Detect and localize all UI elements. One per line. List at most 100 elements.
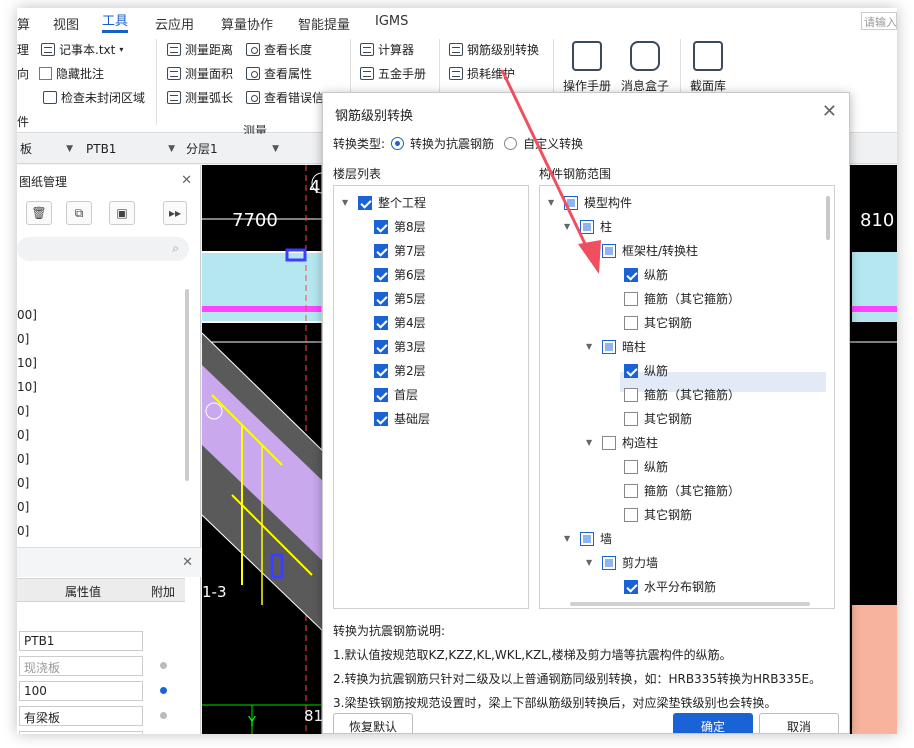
tab-igms[interactable]: IGMS bbox=[375, 14, 408, 29]
leaf-checkbox[interactable] bbox=[624, 579, 638, 594]
leaf-checkbox[interactable] bbox=[624, 483, 638, 498]
prop-category-input[interactable]: 有梁板 bbox=[19, 706, 143, 726]
tree-node-shear-wall[interactable]: ▼ 剪力墙 bbox=[586, 554, 658, 571]
floor-checkbox[interactable] bbox=[374, 363, 388, 378]
leaf-checkbox[interactable] bbox=[624, 411, 638, 426]
ribbon-col1-b[interactable]: 向 bbox=[17, 65, 29, 82]
caret-down-icon[interactable]: ▼ bbox=[548, 198, 558, 207]
radio-custom-label[interactable]: 自定义转换 bbox=[523, 135, 583, 152]
list-item[interactable]: 10] bbox=[17, 375, 37, 399]
copy-button[interactable]: ⧉ bbox=[66, 201, 92, 225]
list-item[interactable]: 0] bbox=[17, 399, 37, 423]
leaf-checkbox[interactable] bbox=[624, 291, 638, 306]
floor-item[interactable]: 首层 bbox=[374, 386, 418, 403]
list-item[interactable]: 0] bbox=[17, 495, 37, 519]
tab-view[interactable]: 视图 bbox=[53, 14, 79, 33]
delete-button[interactable]: 🗑 bbox=[26, 201, 52, 225]
floor-checkbox[interactable] bbox=[374, 267, 388, 282]
tree-node-struct-column[interactable]: ▼ 构造柱 bbox=[586, 434, 658, 451]
tree-scrollbar[interactable] bbox=[826, 196, 830, 240]
view-length-button[interactable]: 查看长度 bbox=[246, 41, 312, 58]
ok-button[interactable]: 确定 bbox=[673, 713, 753, 733]
measure-arc-button[interactable]: 测量弧长 bbox=[167, 89, 233, 106]
caret-down-icon[interactable]: ▼ bbox=[586, 558, 596, 567]
close-icon[interactable]: ✕ bbox=[822, 101, 837, 122]
tree-leaf[interactable]: 其它钢筋 bbox=[624, 410, 692, 427]
caret-down-icon[interactable]: ▼ bbox=[564, 534, 574, 543]
leaf-checkbox[interactable] bbox=[624, 267, 638, 282]
hardware-manual-button[interactable]: 五金手册 bbox=[360, 65, 426, 82]
cancel-button[interactable]: 取消 bbox=[759, 713, 839, 733]
view-errors-button[interactable]: 查看错误信 bbox=[246, 89, 324, 106]
prop-flag-input[interactable]: 否 bbox=[19, 731, 143, 734]
checkbox-hidden-column[interactable] bbox=[602, 339, 616, 354]
floor-checkbox[interactable] bbox=[374, 315, 388, 330]
tree-root-project[interactable]: ▼ 整个工程 bbox=[342, 194, 426, 211]
close-icon[interactable]: ✕ bbox=[181, 173, 192, 188]
floor-item[interactable]: 第3层 bbox=[374, 338, 426, 355]
tree-leaf[interactable]: 纵筋 bbox=[624, 266, 668, 283]
floor-item[interactable]: 第5层 bbox=[374, 290, 426, 307]
tree-leaf[interactable]: 水平分布钢筋 bbox=[624, 578, 716, 595]
list-item[interactable]: 0] bbox=[17, 423, 37, 447]
checkbox-model[interactable] bbox=[564, 195, 578, 210]
view-props-button[interactable]: 查看属性 bbox=[246, 65, 312, 82]
lock-button[interactable]: ▣ bbox=[109, 201, 135, 225]
section-lib-button[interactable]: 截面库 bbox=[690, 41, 726, 94]
tree-leaf[interactable]: 纵筋 bbox=[624, 362, 668, 379]
leaf-checkbox[interactable] bbox=[624, 387, 638, 402]
tree-root-model[interactable]: ▼ 模型构件 bbox=[548, 194, 632, 211]
message-box-button[interactable]: 消息盒子 bbox=[621, 41, 669, 94]
caret-down-icon[interactable]: ▼ bbox=[586, 438, 596, 447]
list-item[interactable]: 10] bbox=[17, 351, 37, 375]
leaf-checkbox[interactable] bbox=[624, 363, 638, 378]
list-item[interactable]: 0] bbox=[17, 519, 37, 543]
floor-checkbox[interactable] bbox=[374, 387, 388, 402]
layer-combo[interactable]: 分层1 ▼ bbox=[183, 139, 283, 159]
prop-name-input[interactable]: PTB1 bbox=[19, 631, 143, 651]
reset-default-button[interactable]: 恢复默认 bbox=[333, 713, 413, 733]
measure-area-button[interactable]: 测量面积 bbox=[167, 65, 233, 82]
hide-annotation-toggle[interactable]: 隐藏批注 bbox=[39, 65, 104, 82]
tree-node-frame-column[interactable]: ▼ 框架柱/转换柱 bbox=[586, 242, 698, 259]
list-item[interactable]: 00] bbox=[17, 303, 37, 327]
checkbox-wall[interactable] bbox=[580, 531, 594, 546]
floor-item[interactable]: 第7层 bbox=[374, 242, 426, 259]
manual-button[interactable]: 操作手册 bbox=[563, 41, 611, 94]
prop-thickness-input[interactable]: 100 bbox=[19, 681, 143, 701]
prop-extra-dot[interactable] bbox=[160, 687, 167, 694]
caret-down-icon[interactable]: ▼ bbox=[586, 342, 596, 351]
floor-item[interactable]: 第6层 bbox=[374, 266, 426, 283]
tree-node-wall[interactable]: ▼ 墙 bbox=[564, 530, 612, 547]
calculator-button[interactable]: 计算器 bbox=[360, 41, 414, 58]
radio-seismic[interactable] bbox=[391, 137, 405, 150]
leaf-checkbox[interactable] bbox=[624, 507, 638, 522]
floor-checkbox[interactable] bbox=[374, 219, 388, 234]
floor-checkbox[interactable] bbox=[374, 339, 388, 354]
notepad-button[interactable]: 记事本.txt ▾ bbox=[41, 41, 123, 58]
rebar-grade-convert-button[interactable]: 钢筋级别转换 bbox=[449, 41, 539, 58]
tree-hscrollbar[interactable] bbox=[570, 602, 810, 606]
tree-leaf[interactable]: 其它钢筋 bbox=[624, 506, 692, 523]
prop-extra-dot[interactable] bbox=[160, 662, 167, 669]
checkbox-column[interactable] bbox=[580, 219, 594, 234]
tree-leaf[interactable]: 箍筋（其它箍筋） bbox=[624, 386, 740, 403]
leaf-checkbox[interactable] bbox=[624, 459, 638, 474]
caret-down-icon[interactable]: ▼ bbox=[564, 222, 574, 231]
radio-custom[interactable] bbox=[504, 137, 518, 150]
ribbon-col1-a[interactable]: 理 bbox=[17, 41, 29, 58]
list-item[interactable]: 0] bbox=[17, 447, 37, 471]
tree-node-hidden-column[interactable]: ▼ 暗柱 bbox=[586, 338, 646, 355]
floor-checkbox[interactable] bbox=[374, 291, 388, 306]
floor-checkbox[interactable] bbox=[374, 243, 388, 258]
close-icon[interactable]: ✕ bbox=[182, 555, 193, 570]
floor-item[interactable]: 第2层 bbox=[374, 362, 426, 379]
tree-leaf[interactable]: 箍筋（其它箍筋） bbox=[624, 482, 740, 499]
prop-extra-dot[interactable] bbox=[160, 712, 167, 719]
tab-collab[interactable]: 算量协作 bbox=[221, 14, 273, 33]
tree-leaf[interactable]: 纵筋 bbox=[624, 458, 668, 475]
loss-maintain-button[interactable]: 损耗维护 bbox=[449, 65, 515, 82]
scrollbar[interactable] bbox=[185, 289, 189, 481]
caret-down-icon[interactable]: ▼ bbox=[342, 198, 352, 207]
tab-tools[interactable]: 工具 bbox=[102, 10, 129, 33]
